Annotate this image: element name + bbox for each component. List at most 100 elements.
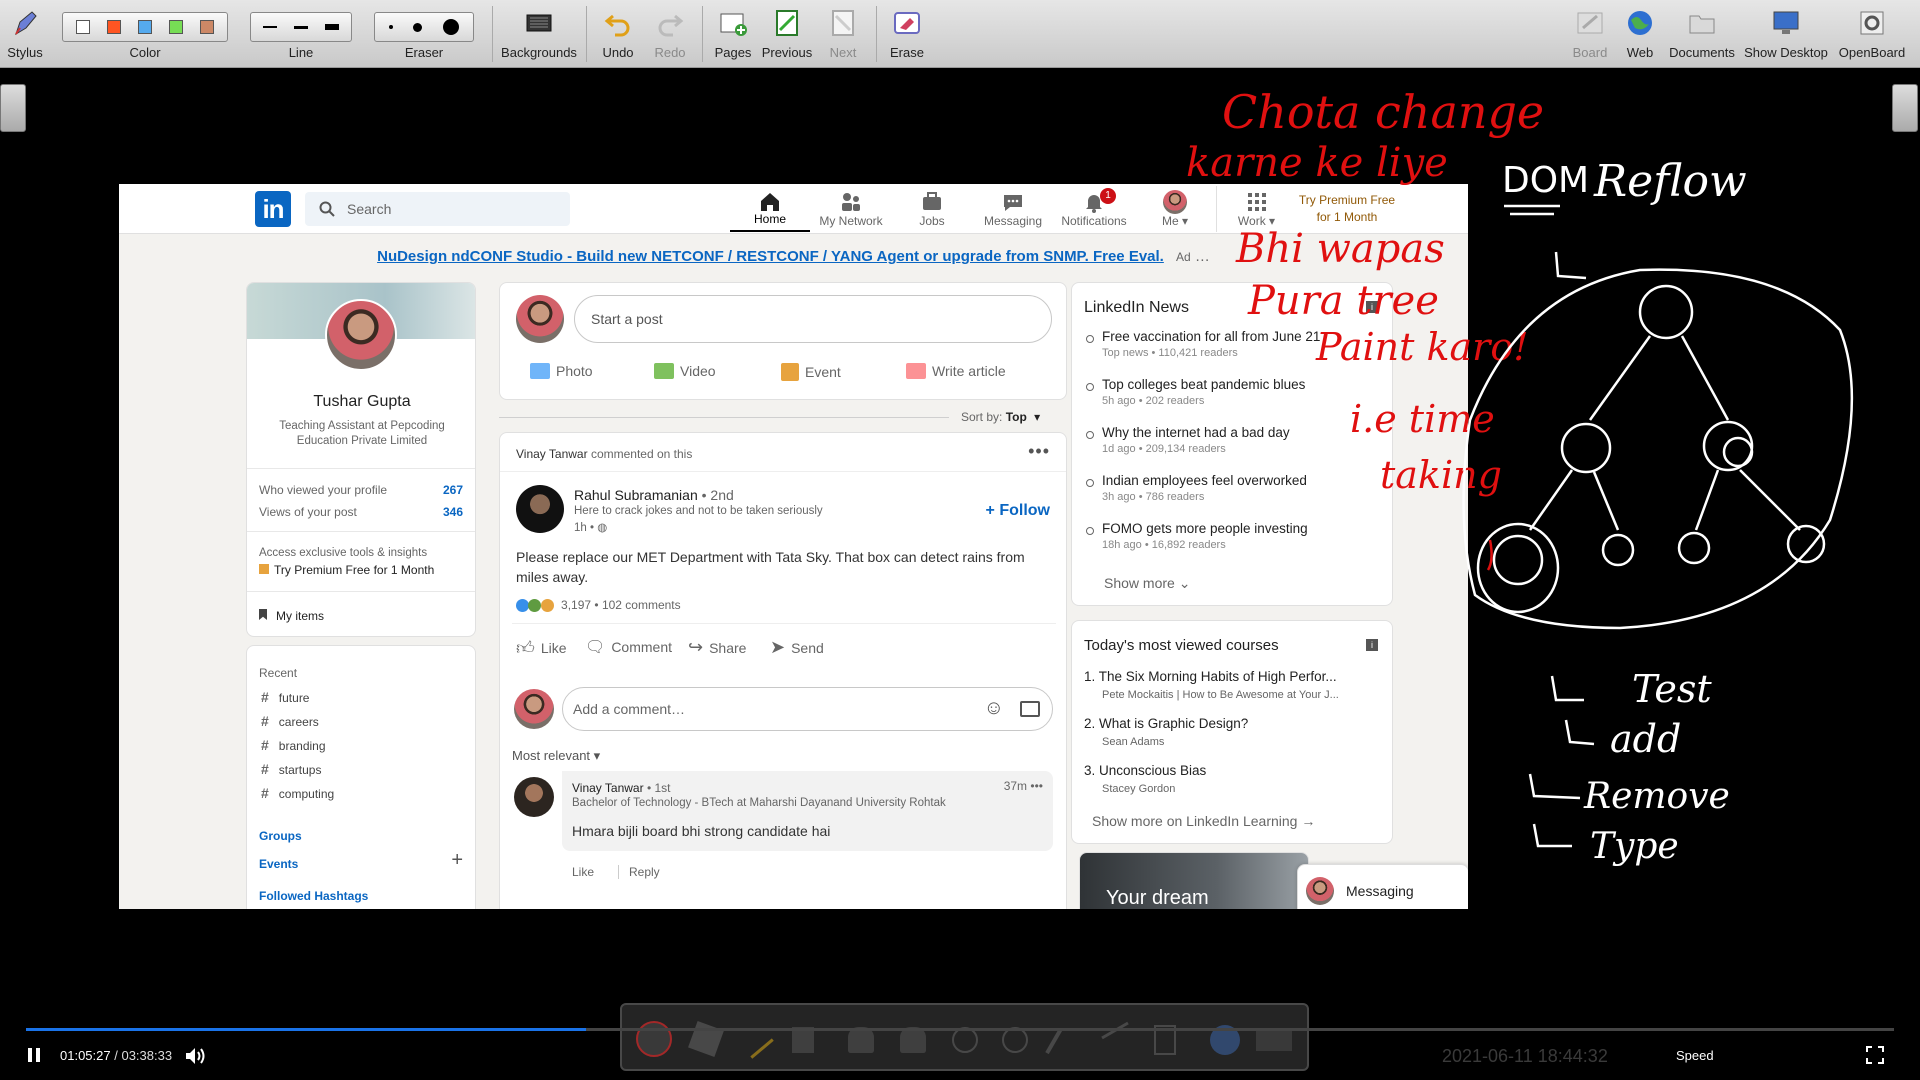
premium-cta[interactable]: Try Premium Free for 1 Month: [259, 563, 434, 577]
pages-button[interactable]: Pages: [710, 4, 756, 66]
author-avatar[interactable]: [516, 485, 564, 533]
post-more-icon[interactable]: •••: [1028, 441, 1050, 462]
erase-button[interactable]: Erase: [884, 4, 930, 66]
event-button[interactable]: Event: [781, 363, 841, 381]
previous-button[interactable]: Previous: [760, 4, 814, 66]
video-button[interactable]: Video: [654, 363, 716, 379]
messaging-tray[interactable]: Messaging: [1297, 864, 1468, 909]
follow-button[interactable]: + Follow: [986, 502, 1050, 520]
comment-count[interactable]: 102 comments: [602, 598, 681, 612]
color-swatch-white[interactable]: [75, 20, 90, 34]
news-item[interactable]: Indian employees feel overworked 3h ago •…: [1084, 473, 1334, 503]
nav-me[interactable]: Me ▾: [1135, 186, 1215, 232]
news-item[interactable]: Free vaccination for all from June 21 Top…: [1084, 329, 1334, 359]
my-items-link[interactable]: My items: [259, 609, 324, 623]
promo-banner[interactable]: Your dream: [1079, 852, 1309, 909]
web-button[interactable]: Web: [1620, 4, 1660, 66]
courses-show-more[interactable]: Show more on LinkedIn Learning →: [1092, 813, 1315, 829]
recent-hashtag[interactable]: # startups: [261, 761, 321, 777]
news-item[interactable]: FOMO gets more people investing 18h ago •…: [1084, 521, 1334, 551]
redo-button[interactable]: Redo: [648, 4, 692, 66]
nav-notifications[interactable]: 1 Notifications: [1054, 186, 1134, 232]
info-icon[interactable]: i: [1366, 301, 1378, 313]
video-progress-track[interactable]: [26, 1028, 1894, 1031]
groups-link[interactable]: Groups: [259, 829, 302, 843]
color-tool[interactable]: Color: [60, 4, 230, 66]
recent-hashtag[interactable]: # future: [261, 689, 309, 705]
speed-button[interactable]: Speed: [1676, 1048, 1714, 1063]
add-comment-input[interactable]: Add a comment… ☺: [562, 687, 1053, 731]
documents-button[interactable]: Documents: [1662, 4, 1742, 66]
comment-reply-button[interactable]: Reply: [618, 865, 660, 879]
color-swatch-brown[interactable]: [200, 20, 215, 34]
eraser-tool[interactable]: Eraser: [374, 4, 474, 66]
image-icon[interactable]: [1020, 701, 1040, 717]
news-show-more[interactable]: Show more ⌄: [1104, 575, 1190, 592]
linkedin-logo[interactable]: in: [255, 191, 291, 227]
eraser-small[interactable]: [389, 25, 394, 29]
comment-like-button[interactable]: Like: [572, 865, 594, 879]
send-button[interactable]: ➤ Send: [770, 637, 824, 658]
info-icon[interactable]: i: [1366, 639, 1378, 651]
show-desktop-button[interactable]: Show Desktop: [1744, 4, 1828, 66]
color-swatch-blue[interactable]: [137, 20, 152, 34]
news-item[interactable]: Top colleges beat pandemic blues 5h ago •…: [1084, 377, 1334, 407]
who-viewed-label[interactable]: Who viewed your profile: [259, 483, 387, 497]
post-views-count[interactable]: 346: [443, 505, 463, 519]
undo-button[interactable]: Undo: [596, 4, 640, 66]
context-name[interactable]: Vinay Tanwar: [516, 447, 588, 461]
course-title[interactable]: 2. What is Graphic Design?: [1084, 716, 1248, 731]
next-button[interactable]: Next: [820, 4, 866, 66]
recent-hashtag[interactable]: # branding: [261, 737, 326, 753]
right-palette-toggle[interactable]: [1892, 84, 1918, 132]
stylus-tool[interactable]: Stylus: [4, 4, 46, 66]
more-options-icon[interactable]: …: [1195, 248, 1210, 265]
photo-button[interactable]: Photo: [530, 363, 593, 379]
backgrounds-button[interactable]: Backgrounds: [500, 4, 578, 66]
eraser-large[interactable]: [442, 19, 459, 35]
recent-hashtag[interactable]: # computing: [261, 785, 334, 801]
post-views-label[interactable]: Views of your post: [259, 505, 357, 519]
line-tool[interactable]: Line: [250, 4, 352, 66]
course-title[interactable]: 1. The Six Morning Habits of High Perfor…: [1084, 669, 1337, 684]
line-thin[interactable]: [263, 26, 278, 28]
nav-home[interactable]: Home: [730, 186, 810, 232]
profile-name[interactable]: Tushar Gupta: [247, 393, 475, 411]
volume-icon[interactable]: [184, 1046, 208, 1066]
openboard-menu-button[interactable]: OpenBoard: [1830, 4, 1914, 66]
share-button[interactable]: ↪ Share: [688, 637, 746, 658]
nav-jobs[interactable]: Jobs: [892, 186, 972, 232]
line-thick[interactable]: [324, 24, 339, 30]
nav-my-network[interactable]: My Network: [811, 186, 891, 232]
who-viewed-count[interactable]: 267: [443, 483, 463, 497]
line-medium[interactable]: [293, 25, 308, 29]
start-post-button[interactable]: Start a post: [574, 295, 1052, 343]
author-name[interactable]: Rahul Subramanian: [574, 487, 698, 503]
sort-dropdown[interactable]: Sort by: Top ▾: [961, 410, 1040, 424]
news-item[interactable]: Why the internet had a bad day 1d ago • 2…: [1084, 425, 1334, 455]
comment-button[interactable]: 🗨︎ Comment: [585, 637, 672, 657]
fullscreen-icon[interactable]: [1866, 1046, 1884, 1064]
recent-hashtag[interactable]: # careers: [261, 713, 319, 729]
eraser-medium[interactable]: [413, 22, 423, 32]
board-button[interactable]: Board: [1568, 4, 1612, 66]
like-button[interactable]: 👍︎ Like: [516, 637, 567, 659]
comment-more-icon[interactable]: •••: [1030, 779, 1043, 793]
most-relevant-dropdown[interactable]: Most relevant ▾: [512, 748, 600, 764]
profile-avatar[interactable]: [325, 299, 397, 371]
write-article-button[interactable]: Write article: [906, 363, 1006, 379]
pause-button[interactable]: [26, 1046, 42, 1064]
emoji-icon[interactable]: ☺: [984, 697, 1004, 720]
comment-author-name[interactable]: Vinay Tanwar: [572, 781, 644, 795]
ad-link[interactable]: NuDesign ndCONF Studio - Build new NETCO…: [377, 248, 1164, 265]
color-swatch-green[interactable]: [169, 20, 184, 34]
events-link[interactable]: Events: [259, 857, 298, 871]
left-palette-toggle[interactable]: [0, 84, 26, 132]
nav-work[interactable]: Work ▾: [1216, 186, 1296, 232]
try-premium-link[interactable]: Try Premium Free for 1 Month: [1297, 192, 1397, 226]
color-swatch-orange[interactable]: [106, 20, 121, 34]
course-title[interactable]: 3. Unconscious Bias: [1084, 763, 1206, 778]
followed-hashtags-link[interactable]: Followed Hashtags: [259, 889, 368, 903]
add-event-icon[interactable]: +: [451, 849, 463, 872]
nav-messaging[interactable]: Messaging: [973, 186, 1053, 232]
